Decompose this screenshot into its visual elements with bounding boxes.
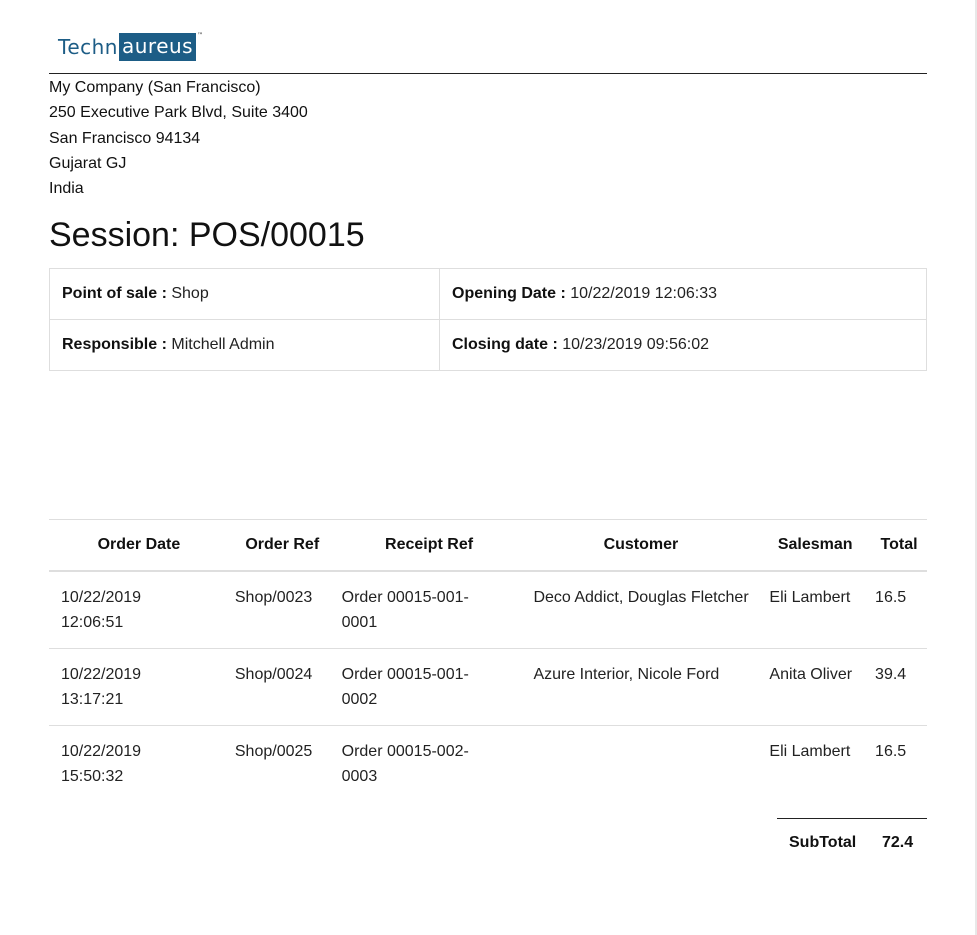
order-date: 10/22/2019 [61, 743, 142, 760]
company-address: My Company (San Francisco) 250 Executive… [49, 75, 308, 201]
column-header-customer: Customer [522, 519, 760, 572]
closing-date-value: 10/23/2019 09:56:02 [562, 336, 710, 353]
subtotal-label: SubTotal [789, 834, 857, 851]
orders-header-row: Order Date Order Ref Receipt Ref Custome… [49, 519, 927, 572]
responsible-value: Mitchell Admin [171, 336, 275, 353]
salesman-cell: Eli Lambert [769, 743, 851, 760]
order-time: 15:50:32 [61, 768, 124, 785]
header-divider [49, 73, 927, 74]
column-header-receipt-ref: Receipt Ref [335, 519, 523, 572]
opening-date-label: Opening Date : [452, 285, 566, 302]
point-of-sale-value: Shop [171, 285, 209, 302]
info-row: Point of sale : Shop Opening Date : 10/2… [49, 268, 927, 320]
responsible-cell: Responsible : Mitchell Admin [49, 319, 440, 371]
closing-date-cell: Closing date : 10/23/2019 09:56:02 [439, 319, 927, 371]
receipt-ref-part: Order 00015-001- [341, 589, 469, 606]
order-ref-cell: Shop/0024 [228, 648, 336, 726]
total-cell: 16.5 [871, 571, 927, 649]
order-time: 12:06:51 [61, 614, 124, 631]
opening-date-cell: Opening Date : 10/22/2019 12:06:33 [439, 268, 927, 320]
logo-text-left: Techn [58, 35, 118, 59]
customer-cell: Azure Interior, Nicole Ford [522, 648, 760, 726]
company-logo: Techn aureus ™ [58, 32, 204, 62]
order-ref-cell: Shop/0023 [228, 571, 336, 649]
trademark-mark: ™ [197, 32, 204, 39]
receipt-ref-part: 0002 [341, 691, 378, 708]
orders-table: Order Date Order Ref Receipt Ref Custome… [49, 519, 927, 802]
receipt-ref-part: 0003 [341, 768, 378, 785]
receipt-ref-cell: Order 00015-001- 0001 [335, 571, 523, 649]
column-header-salesman: Salesman [759, 519, 872, 572]
receipt-ref-part: Order 00015-002- [341, 743, 469, 760]
address-line: San Francisco 94134 [49, 129, 201, 147]
receipt-ref-cell: Order 00015-002- 0003 [336, 726, 523, 803]
receipt-ref-part: Order 00015-001- [341, 666, 469, 683]
session-title: Session: POS/00015 [49, 216, 365, 254]
order-date: 10/22/2019 [61, 589, 142, 606]
opening-date-value: 10/22/2019 12:06:33 [570, 285, 718, 302]
order-ref-cell: Shop/0025 [234, 743, 313, 760]
responsible-label: Responsible : [62, 336, 167, 353]
column-header-total: Total [871, 519, 927, 572]
logo-text-right: aureus [118, 33, 197, 61]
column-header-order-ref: Order Ref [228, 519, 336, 572]
address-line: My Company (San Francisco) [49, 79, 261, 96]
salesman-cell: Eli Lambert [759, 571, 872, 649]
table-row: 10/22/2019 15:50:32 Shop/0025 Order 0001… [49, 726, 927, 803]
closing-date-label: Closing date : [452, 336, 558, 353]
salesman-cell: Anita Oliver [759, 648, 872, 726]
order-date-cell: 10/22/2019 13:17:21 [49, 648, 229, 726]
order-date: 10/22/2019 [61, 666, 142, 683]
table-row: 10/22/2019 13:17:21 Shop/0024 Order 0001… [49, 648, 927, 726]
table-row: 10/22/2019 12:06:51 Shop/0023 Order 0001… [49, 571, 927, 649]
total-cell: 39.4 [871, 648, 927, 726]
address-line: Gujarat GJ [49, 154, 127, 172]
subtotal-value: 72.4 [882, 834, 914, 851]
order-time: 13:17:21 [61, 691, 124, 708]
address-line: 250 Executive Park Blvd, Suite 3400 [49, 104, 308, 122]
point-of-sale-cell: Point of sale : Shop [49, 268, 440, 320]
receipt-ref-cell: Order 00015-001- 0002 [335, 648, 523, 726]
order-date-cell: 10/22/2019 12:06:51 [49, 571, 229, 649]
session-info-table: Point of sale : Shop Opening Date : 10/2… [49, 268, 927, 371]
total-cell: 16.5 [875, 743, 907, 760]
column-header-order-date: Order Date [49, 519, 229, 572]
info-row: Responsible : Mitchell Admin Closing dat… [49, 319, 927, 371]
customer-cell [522, 726, 759, 803]
subtotal-divider [777, 818, 927, 819]
customer-cell: Deco Addict, Douglas Fletcher [522, 571, 760, 649]
point-of-sale-label: Point of sale : [62, 285, 167, 302]
order-date-cell: 10/22/2019 15:50:32 [49, 726, 229, 803]
receipt-ref-part: 0001 [341, 614, 378, 631]
address-line: India [49, 180, 84, 198]
